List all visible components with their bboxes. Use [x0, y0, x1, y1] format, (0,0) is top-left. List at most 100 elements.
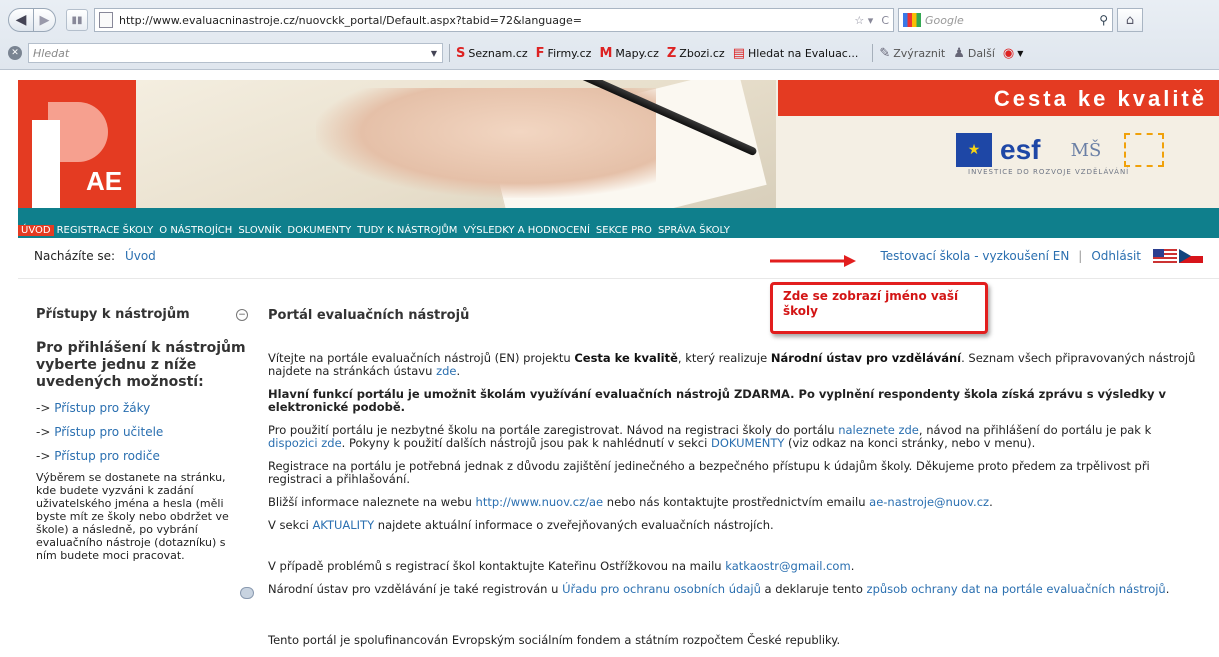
text: nebo nás kontaktujte prostřednictvím ema…: [603, 495, 870, 509]
bookmark-label: Hledat na Evaluac...: [748, 46, 859, 60]
user-bar: Testovací škola - vyzkoušení EN | Odhlás…: [880, 246, 1203, 266]
access-sidebar: Přístupy k nástrojům − Pro přihlášení k …: [36, 307, 254, 599]
paragraph-more-info: Bližší informace naleznete na webu http:…: [268, 496, 1198, 509]
sidebar-item-ucitele[interactable]: -> Přístup pro učitele: [36, 425, 248, 439]
link-data-protection[interactable]: způsob ochrany dat na portále evaluačníc…: [867, 582, 1166, 596]
czech-flag-icon[interactable]: [1179, 249, 1203, 263]
menu-item-o-nastrojich[interactable]: O NÁSTROJÍCH: [156, 225, 235, 236]
zbozi-icon: Z: [666, 45, 677, 61]
home-button[interactable]: ⌂: [1117, 8, 1143, 32]
annotation-callout: Zde se zobrazí jméno vaší školy: [770, 282, 988, 334]
project-name: Cesta ke kvalitě: [574, 351, 678, 365]
school-name-link[interactable]: Testovací škola - vyzkoušení EN: [880, 249, 1069, 263]
text: , návod na přihlášení do portálu je pak …: [918, 423, 1152, 437]
bookmark-star-icon[interactable]: ☆ ▾: [850, 14, 877, 27]
feed-icon[interactable]: ▮▮: [66, 9, 88, 31]
link-uoou[interactable]: Úřadu pro ochranu osobních údajů: [562, 582, 761, 596]
text: (viz odkaz na konci stránky, nebo v menu…: [784, 436, 1036, 450]
english-flag-icon[interactable]: [1153, 249, 1177, 263]
menu-item-sprava[interactable]: SPRÁVA ŠKOLY: [655, 225, 733, 236]
address-bar[interactable]: http://www.evaluacninastroje.cz/nuovckk_…: [94, 8, 894, 32]
addon-button[interactable]: ◉ ▼: [1003, 46, 1024, 61]
bookmark-mapy[interactable]: M Mapy.cz: [599, 46, 658, 61]
toolbar-divider: [872, 44, 874, 62]
link-dokumenty[interactable]: DOKUMENTY: [711, 436, 784, 450]
web-search-box[interactable]: Google ⚲: [898, 8, 1113, 32]
url-text[interactable]: http://www.evaluacninastroje.cz/nuovckk_…: [119, 14, 850, 27]
text: .: [1165, 582, 1170, 596]
collapse-icon[interactable]: −: [236, 308, 248, 321]
browser-chrome: ◀ ▶ ▮▮ http://www.evaluacninastroje.cz/n…: [0, 0, 1219, 70]
close-toolbar-icon[interactable]: ✕: [8, 46, 22, 60]
breadcrumb-label: Nacházíte se:: [34, 249, 116, 263]
logo-box: [32, 120, 60, 208]
bookmark-label: Mapy.cz: [615, 46, 659, 60]
user-separator: |: [1078, 249, 1083, 263]
link-zde[interactable]: zde: [436, 364, 456, 378]
bookmark-label: Zbozi.cz: [679, 46, 725, 60]
header-title-bar: Cesta ke kvalitě: [778, 80, 1219, 116]
sidebar-link-label[interactable]: Přístup pro žáky: [54, 401, 150, 415]
pencil-icon: ✎: [879, 45, 891, 61]
more-button[interactable]: ♟ Další: [953, 46, 995, 61]
paragraph-cofinancing: Tento portál je spolufinancován Evropský…: [268, 633, 841, 647]
sidebar-heading: Přístupy k nástrojům: [36, 307, 190, 322]
link-prefix: ->: [36, 401, 51, 415]
link-email[interactable]: ae-nastroje@nuov.cz: [869, 495, 989, 509]
menu-item-dokumenty[interactable]: DOKUMENTY: [284, 225, 354, 236]
chevron-down-icon[interactable]: ▼: [426, 49, 442, 58]
menu-item-sekce-pro[interactable]: SEKCE PRO: [593, 225, 655, 236]
back-button[interactable]: ◀: [8, 8, 34, 32]
menu-item-uvod[interactable]: ÚVOD: [18, 224, 54, 236]
toolbar-search-input[interactable]: Hledat ▼: [28, 43, 443, 63]
menu-item-vysledky[interactable]: VÝSLEDKY A HODNOCENÍ: [460, 225, 593, 236]
page-title: Portál evaluačních nástrojů: [268, 308, 470, 323]
sidebar-link-label[interactable]: Přístup pro rodiče: [54, 449, 160, 463]
chevron-down-icon: ▼: [1017, 48, 1024, 58]
link-login-guide[interactable]: dispozici zde: [268, 436, 342, 450]
bookmark-label: Seznam.cz: [468, 46, 528, 60]
mapy-icon: M: [599, 45, 613, 61]
paragraph-contact: V případě problémů s registrací škol kon…: [268, 560, 1198, 573]
text: najdete aktuální informace o zveřejňovan…: [374, 518, 774, 532]
sidebar-item-rodice[interactable]: -> Přístup pro rodiče: [36, 449, 248, 463]
reload-icon[interactable]: C: [877, 14, 893, 27]
paragraph-main-function: Hlavní funkcí portálu je umožnit školám …: [268, 387, 1167, 414]
settings-icon[interactable]: [240, 587, 254, 599]
link-aktuality[interactable]: AKTUALITY: [312, 518, 374, 532]
bookmark-zbozi[interactable]: Z Zbozi.cz: [667, 46, 725, 61]
navigation-row: ◀ ▶ ▮▮ http://www.evaluacninastroje.cz/n…: [8, 8, 1213, 32]
bookmark-firmy[interactable]: F Firmy.cz: [536, 46, 592, 61]
menu-item-slovnik[interactable]: SLOVNÍK: [235, 225, 284, 236]
forward-button[interactable]: ▶: [34, 8, 56, 32]
logout-link[interactable]: Odhlásit: [1091, 249, 1141, 263]
text: V sekci: [268, 518, 313, 532]
logo-block[interactable]: AE: [18, 80, 136, 208]
text: , který realizuje: [677, 351, 771, 365]
bookmark-hledat[interactable]: ▤ Hledat na Evaluac...: [733, 46, 859, 61]
text: Bližší informace naleznete na webu: [268, 495, 476, 509]
link-nuov-web[interactable]: http://www.nuov.cz/ae: [476, 495, 604, 509]
text: a deklaruje tento: [760, 582, 867, 596]
highlight-button[interactable]: ✎ Zvýraznit: [879, 46, 945, 61]
toolbar-divider: [449, 44, 450, 62]
op-logo-icon: [1124, 133, 1164, 167]
link-prefix: ->: [36, 425, 51, 439]
breadcrumb-link[interactable]: Úvod: [125, 249, 156, 263]
document-icon: ▤: [732, 45, 745, 61]
seznam-icon: S: [456, 45, 466, 61]
menu-item-registrace[interactable]: REGISTRACE ŠKOLY: [54, 225, 157, 236]
bookmark-seznam[interactable]: S Seznam.cz: [456, 46, 528, 61]
site-header-banner: AE Cesta ke kvalitě ★ esf ΜŠ INVESTICE D…: [18, 80, 1219, 208]
text: V případě problémů s registrací škol kon…: [268, 559, 726, 573]
menu-item-tudy[interactable]: TUDY K NÁSTROJŮM: [354, 225, 460, 236]
link-registration-guide[interactable]: naleznete zde: [838, 423, 919, 437]
sidebar-link-label[interactable]: Přístup pro učitele: [54, 425, 163, 439]
link-contact-email[interactable]: katkaostr@gmail.com: [725, 559, 850, 573]
text: Vítejte na portále evaluačních nástrojů …: [268, 351, 575, 365]
sidebar-item-zaci[interactable]: -> Přístup pro žáky: [36, 401, 248, 415]
google-icon: [903, 13, 921, 27]
magnifier-icon[interactable]: ⚲: [1099, 13, 1108, 27]
